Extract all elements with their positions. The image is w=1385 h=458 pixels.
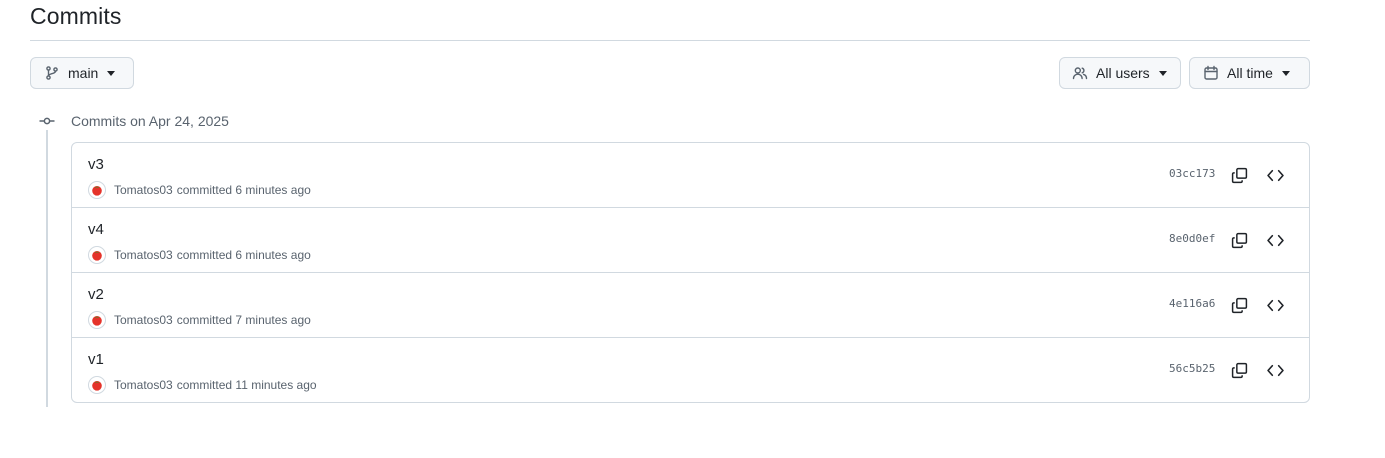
avatar[interactable] <box>88 181 106 199</box>
title-divider <box>30 40 1310 41</box>
commit-row: v3 Tomatos03 committed 6 minutes ago 03c… <box>72 143 1309 208</box>
browse-repo-button[interactable] <box>1263 358 1287 382</box>
commit-row: v2 Tomatos03 committed 7 minutes ago 4e1… <box>72 273 1309 338</box>
code-icon <box>1266 364 1284 376</box>
browse-repo-button[interactable] <box>1263 293 1287 317</box>
commit-action: committed <box>176 378 233 392</box>
commit-action: committed <box>176 313 233 327</box>
commit-row: v1 Tomatos03 committed 11 minutes ago 56… <box>72 338 1309 402</box>
commit-author-link[interactable]: Tomatos03 <box>114 313 173 327</box>
copy-sha-button[interactable] <box>1227 228 1251 252</box>
calendar-icon <box>1203 65 1219 81</box>
tomato-avatar-icon <box>92 381 102 391</box>
copy-icon <box>1231 167 1247 183</box>
commit-sha-link[interactable]: 03cc173 <box>1169 167 1215 180</box>
commit-row: v4 Tomatos03 committed 6 minutes ago 8e0… <box>72 208 1309 273</box>
commit-sha-link[interactable]: 56c5b25 <box>1169 362 1215 375</box>
commit-meta: Tomatos03 committed 6 minutes ago <box>88 246 311 264</box>
branch-label: main <box>68 65 99 81</box>
page-title: Commits <box>30 3 122 29</box>
commit-time: 11 minutes ago <box>235 378 317 392</box>
commit-list: v3 Tomatos03 committed 6 minutes ago 03c… <box>71 142 1310 403</box>
code-icon <box>1266 299 1284 311</box>
commit-time: 6 minutes ago <box>235 183 311 197</box>
copy-icon <box>1231 232 1247 248</box>
triangle-down-icon <box>1281 70 1290 76</box>
copy-sha-button[interactable] <box>1227 163 1251 187</box>
branch-selector-button[interactable]: main <box>30 57 134 89</box>
triangle-down-icon <box>107 70 116 76</box>
triangle-down-icon <box>1158 70 1167 76</box>
time-filter-button[interactable]: All time <box>1189 57 1310 89</box>
tomato-avatar-icon <box>92 186 102 196</box>
people-icon <box>1072 65 1088 81</box>
tomato-avatar-icon <box>92 251 102 261</box>
copy-sha-button[interactable] <box>1227 293 1251 317</box>
avatar[interactable] <box>88 246 106 264</box>
commit-message-link[interactable]: v1 <box>88 351 104 368</box>
commit-meta: Tomatos03 committed 11 minutes ago <box>88 376 317 394</box>
commit-meta: Tomatos03 committed 6 minutes ago <box>88 181 311 199</box>
avatar[interactable] <box>88 376 106 394</box>
commit-time: 7 minutes ago <box>235 313 311 327</box>
commit-author-link[interactable]: Tomatos03 <box>114 378 173 392</box>
copy-icon <box>1231 362 1247 378</box>
git-commit-icon <box>38 113 56 129</box>
commit-message-link[interactable]: v4 <box>88 221 104 238</box>
commit-sha-link[interactable]: 4e116a6 <box>1169 297 1215 310</box>
browse-repo-button[interactable] <box>1263 228 1287 252</box>
commit-author-link[interactable]: Tomatos03 <box>114 248 173 262</box>
time-filter-label: All time <box>1227 65 1273 81</box>
commit-message-link[interactable]: v2 <box>88 286 104 303</box>
users-filter-label: All users <box>1096 65 1150 81</box>
browse-repo-button[interactable] <box>1263 163 1287 187</box>
copy-icon <box>1231 297 1247 313</box>
timeline-line <box>46 130 48 407</box>
commit-action: committed <box>176 248 233 262</box>
commit-action: committed <box>176 183 233 197</box>
avatar[interactable] <box>88 311 106 329</box>
commit-group-heading: Commits on Apr 24, 2025 <box>71 113 229 129</box>
code-icon <box>1266 234 1284 246</box>
copy-sha-button[interactable] <box>1227 358 1251 382</box>
tomato-avatar-icon <box>92 316 102 326</box>
commit-author-link[interactable]: Tomatos03 <box>114 183 173 197</box>
commit-sha-link[interactable]: 8e0d0ef <box>1169 232 1215 245</box>
users-filter-button[interactable]: All users <box>1059 57 1181 89</box>
commit-time: 6 minutes ago <box>235 248 311 262</box>
git-branch-icon <box>44 65 60 81</box>
commit-meta: Tomatos03 committed 7 minutes ago <box>88 311 311 329</box>
code-icon <box>1266 169 1284 181</box>
commit-message-link[interactable]: v3 <box>88 156 104 173</box>
